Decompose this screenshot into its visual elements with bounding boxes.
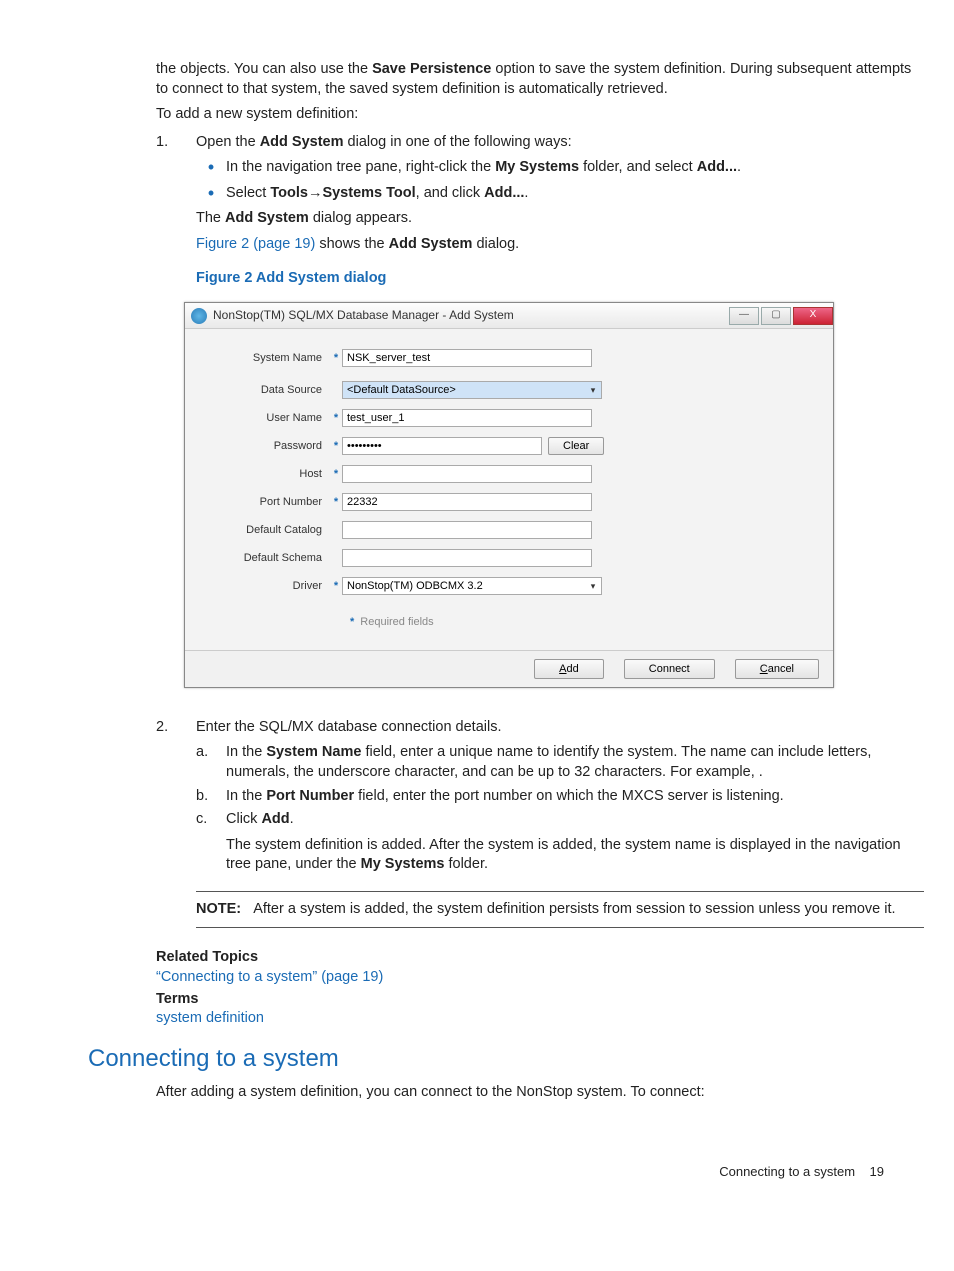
- bullet-1: • In the navigation tree pane, right-cli…: [196, 158, 924, 178]
- clear-button[interactable]: Clear: [548, 437, 604, 455]
- user-name-label: User Name: [215, 411, 330, 426]
- maximize-button[interactable]: ▢: [761, 307, 791, 325]
- related-link[interactable]: “Connecting to a system” (page 19): [156, 968, 924, 988]
- chevron-down-icon: ▾: [586, 383, 600, 397]
- password-label: Password: [215, 439, 330, 454]
- password-input[interactable]: [342, 437, 542, 455]
- terms-link[interactable]: system definition: [156, 1009, 924, 1029]
- related-topics-heading: Related Topics: [156, 948, 924, 968]
- intro-paragraph-2: To add a new system definition:: [156, 105, 924, 125]
- data-source-label: Data Source: [215, 383, 330, 398]
- bullet-icon: •: [196, 158, 226, 178]
- chevron-down-icon: ▾: [586, 579, 600, 593]
- port-input[interactable]: [342, 493, 592, 511]
- bullet-icon: •: [196, 184, 226, 204]
- schema-label: Default Schema: [215, 551, 330, 566]
- section-heading: Connecting to a system: [0, 1043, 954, 1075]
- note-block: NOTE: After a system is added, the syste…: [196, 891, 924, 929]
- page-footer: Connecting to a system 19: [0, 1163, 954, 1181]
- connect-button[interactable]: Connect: [624, 659, 715, 679]
- host-label: Host: [215, 467, 330, 482]
- data-source-select[interactable]: ▾: [342, 381, 602, 399]
- substep-a: a. In the System Name field, enter a uni…: [196, 743, 924, 782]
- minimize-button[interactable]: —: [729, 307, 759, 325]
- add-system-dialog: NonStop(TM) SQL/MX Database Manager - Ad…: [184, 302, 834, 688]
- step-1: 1. Open the Add System dialog in one of …: [156, 133, 924, 296]
- figure-caption: Figure 2 Add System dialog: [196, 269, 924, 289]
- driver-select[interactable]: ▾: [342, 577, 602, 595]
- schema-input[interactable]: [342, 549, 592, 567]
- cancel-button[interactable]: Cancel: [735, 659, 819, 679]
- hp-logo-icon: [191, 308, 207, 324]
- figure-ref-link[interactable]: Figure 2 (page 19): [196, 236, 315, 252]
- system-name-label: System Name: [215, 351, 330, 366]
- host-input[interactable]: [342, 465, 592, 483]
- system-name-input[interactable]: [342, 349, 592, 367]
- dialog-title: NonStop(TM) SQL/MX Database Manager - Ad…: [213, 307, 729, 323]
- section-intro: After adding a system definition, you ca…: [156, 1083, 924, 1103]
- catalog-label: Default Catalog: [215, 523, 330, 538]
- dialog-titlebar[interactable]: NonStop(TM) SQL/MX Database Manager - Ad…: [185, 303, 833, 329]
- step-2: 2. Enter the SQL/MX database connection …: [156, 718, 924, 943]
- catalog-input[interactable]: [342, 521, 592, 539]
- intro-paragraph-1: the objects. You can also use the Save P…: [156, 60, 924, 99]
- driver-label: Driver: [215, 579, 330, 594]
- substep-c: c. Click Add. The system definition is a…: [196, 810, 924, 881]
- close-button[interactable]: X: [793, 307, 833, 325]
- required-note: *Required fields: [350, 605, 803, 640]
- user-name-input[interactable]: [342, 409, 592, 427]
- port-label: Port Number: [215, 495, 330, 510]
- substep-b: b. In the Port Number field, enter the p…: [196, 787, 924, 807]
- terms-heading: Terms: [156, 990, 924, 1010]
- add-button[interactable]: Add: [534, 659, 604, 679]
- bullet-2: • Select Tools→Systems Tool, and click A…: [196, 184, 924, 204]
